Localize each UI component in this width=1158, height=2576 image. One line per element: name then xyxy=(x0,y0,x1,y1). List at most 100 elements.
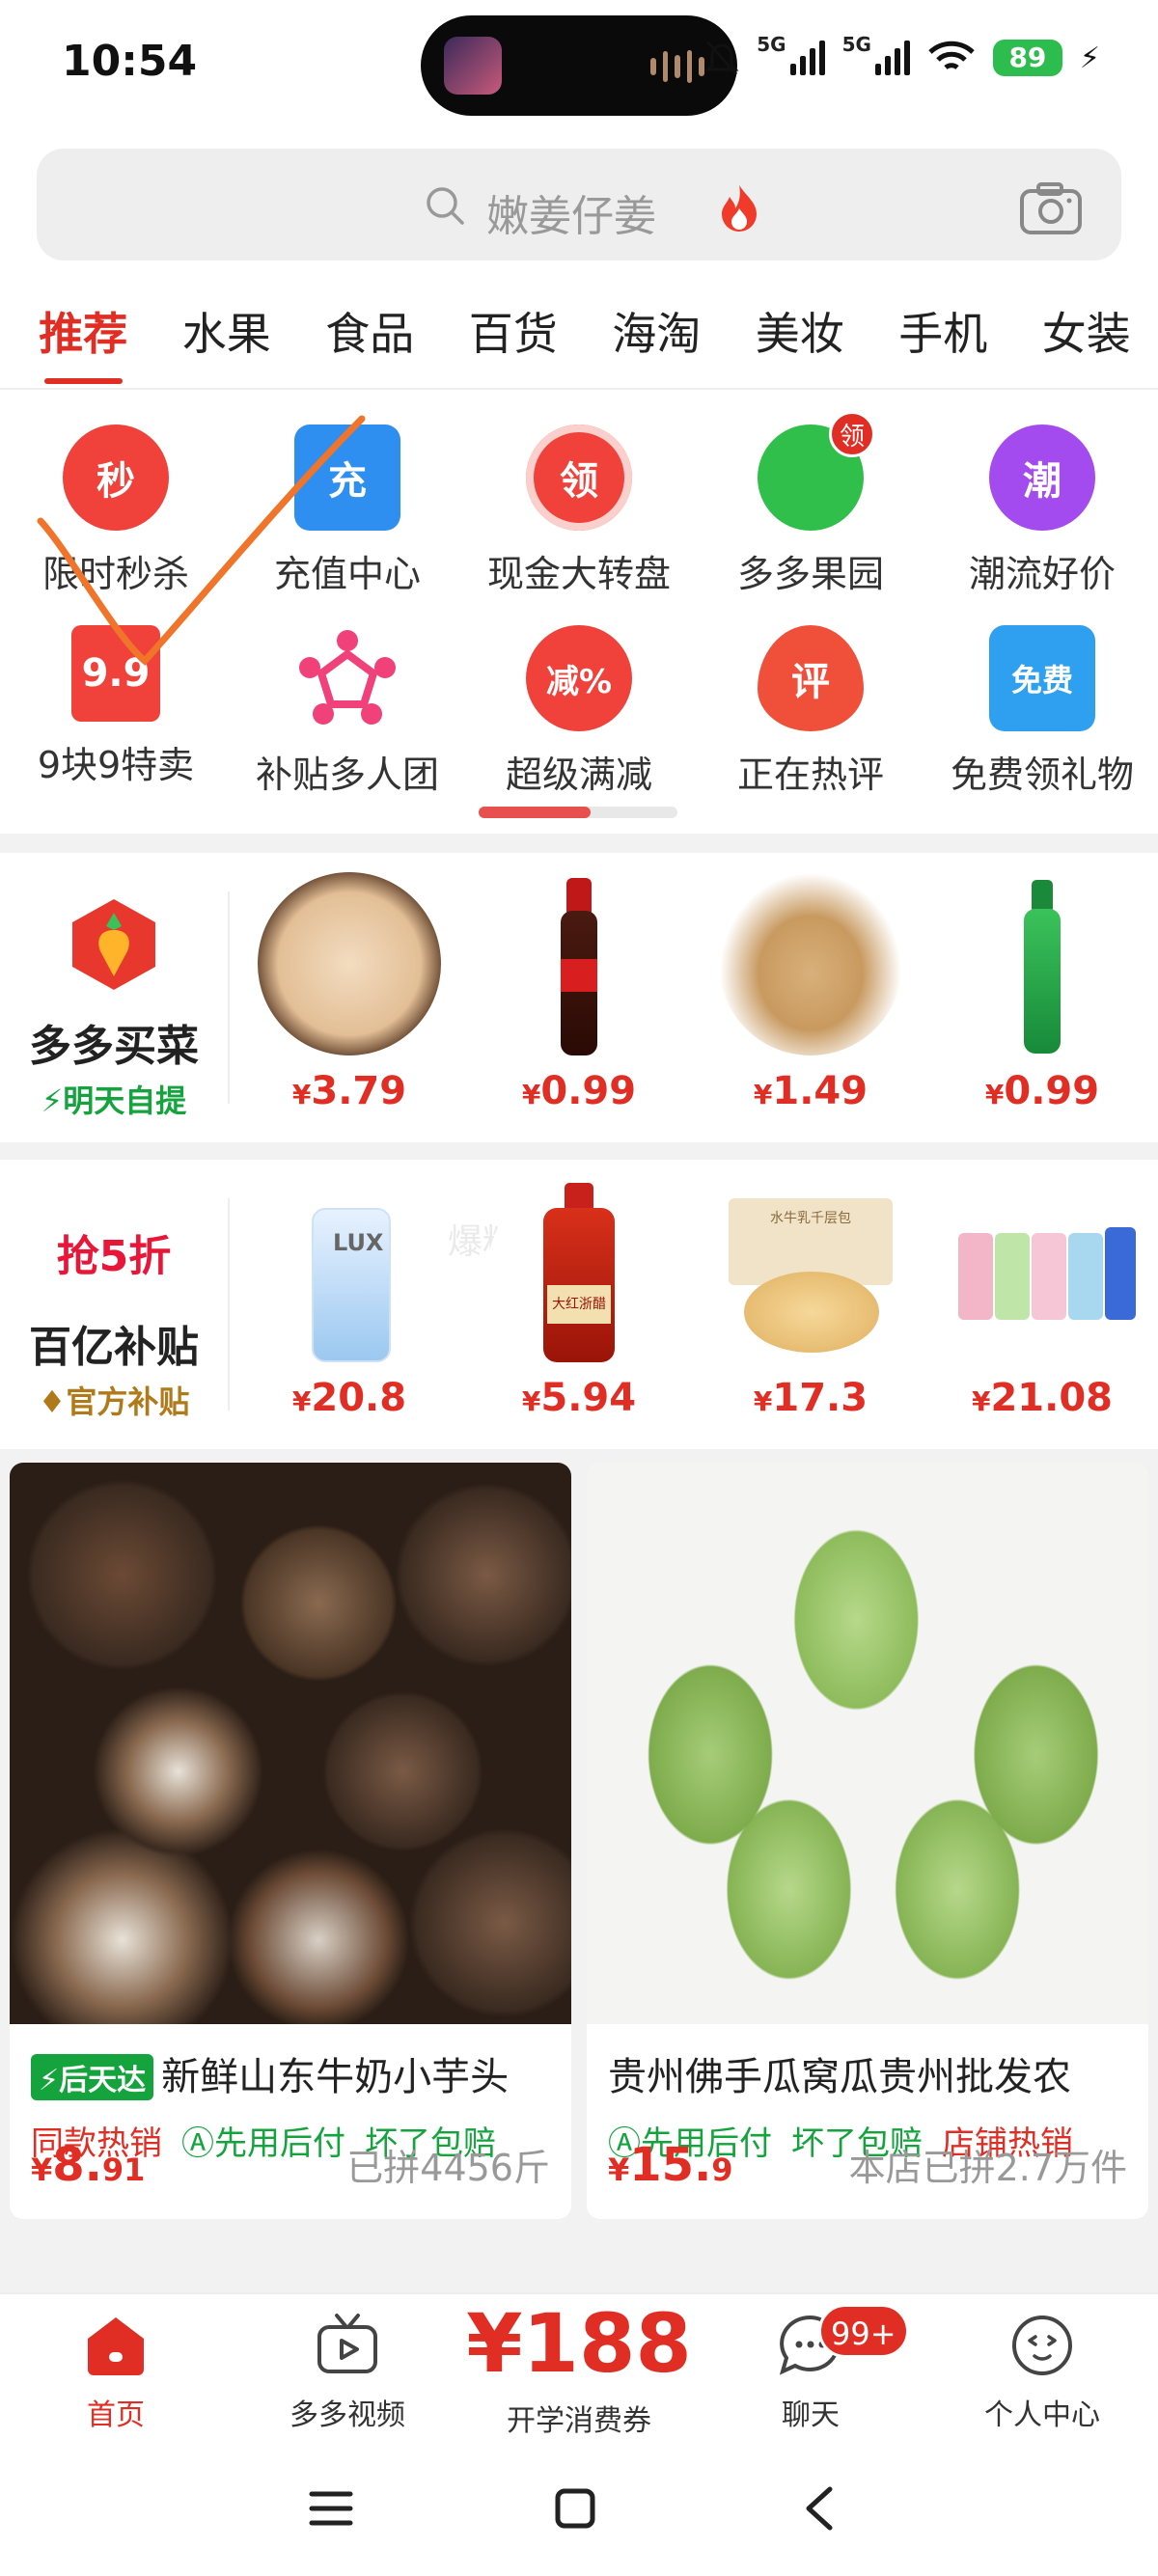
tab-womens-wear[interactable]: 女装 xyxy=(1015,280,1158,388)
camera-icon[interactable] xyxy=(1019,181,1083,235)
ginger-root-image xyxy=(719,872,902,1055)
tab-general-goods[interactable]: 百货 xyxy=(442,280,586,388)
battery-level: 89 xyxy=(992,40,1062,76)
grid-scroll-indicator xyxy=(479,807,677,818)
chayote-image xyxy=(587,1463,1148,2024)
subsidy-row[interactable]: 抢5折 百亿补贴 ♦官方补贴 爆料慢看人 LUX ¥20.8 大红浙醋 ¥5.9… xyxy=(0,1160,1158,1449)
product-price: ¥0.99 xyxy=(984,1069,1100,1113)
nav-video[interactable]: 多多视频 xyxy=(232,2312,463,2433)
unread-badge: 99+ xyxy=(818,2304,909,2358)
back-icon[interactable] xyxy=(801,2485,836,2532)
profile-face-icon xyxy=(1012,2316,1072,2375)
grid-label: 多多果园 xyxy=(736,553,884,595)
dynamic-island[interactable] xyxy=(421,15,737,116)
network-type-label: 5G xyxy=(757,33,786,56)
discount-icon: 减% xyxy=(526,625,632,731)
mute-bell-icon xyxy=(704,41,739,75)
tab-fruit[interactable]: 水果 xyxy=(155,280,299,388)
card-price: ¥15.9 xyxy=(608,2138,733,2192)
card-sold-count: 已拼4456斤 xyxy=(346,2147,550,2189)
shampoo-bottle-image: LUX xyxy=(258,1179,441,1362)
grid-item-full-reduction[interactable]: 减% 超级满减 xyxy=(463,625,695,798)
grid-label: 补贴多人团 xyxy=(255,754,439,796)
grocery-title: 多多买菜 xyxy=(29,1022,199,1071)
ginger-image xyxy=(258,872,441,1055)
product-price: ¥17.3 xyxy=(753,1376,868,1420)
vinegar-bottle-image: 大红浙醋 xyxy=(487,1179,671,1362)
fast-delivery-badge: ⚡后天达 xyxy=(31,2054,154,2100)
system-nav-bar xyxy=(0,2451,1158,2576)
product-card[interactable]: 贵州佛手瓜窝瓜贵州批发农 Ⓐ先用后付 坏了包赔 店铺热销 ¥15.9 本店已拼2… xyxy=(587,1463,1148,2219)
product-price: ¥21.08 xyxy=(971,1376,1113,1420)
search-bar[interactable]: 嫩姜仔姜 xyxy=(37,149,1121,260)
grocery-product[interactable]: ¥3.79 xyxy=(253,872,446,1113)
card-title: ⚡后天达 新鲜山东牛奶小芋头 xyxy=(10,2024,571,2101)
tab-overseas[interactable]: 海淘 xyxy=(585,280,729,388)
grocery-row[interactable]: 多多买菜 ⚡明天自提 ¥3.79 ¥0.99 ¥1.49 ¥0.99 xyxy=(0,853,1158,1142)
app-screen: 10:54 5G 5G 89 ⚡ 嫩姜仔姜 推荐 水果 食品 百货 海淘 美妆 … xyxy=(0,0,1158,2576)
taro-image xyxy=(10,1463,571,2024)
nav-chat[interactable]: 99+ 聊天 xyxy=(695,2304,926,2433)
grocery-product[interactable]: ¥0.99 xyxy=(946,872,1139,1113)
carrot-logo-icon xyxy=(72,899,155,990)
nav-label: 多多视频 xyxy=(290,2398,405,2432)
subsidy-product[interactable]: LUX ¥20.8 xyxy=(253,1179,446,1420)
charging-icon: ⚡ xyxy=(1079,41,1100,75)
feature-grid: 秒 限时秒杀 充 充值中心 领 现金大转盘 领 多多果园 潮 潮流好价 9.9 … xyxy=(0,390,1158,834)
grid-item-hot-reviews[interactable]: 评 正在热评 xyxy=(695,625,926,798)
bottom-nav: 首页 多多视频 ¥188 开学消费券 99+ 聊天 个人中心 xyxy=(0,2292,1158,2451)
subsidy-title: 百亿补贴 xyxy=(29,1323,199,1372)
subsidy-product[interactable]: 大红浙醋 ¥5.94 xyxy=(482,1179,676,1420)
tab-beauty[interactable]: 美妆 xyxy=(729,280,872,388)
network-type-label-2: 5G xyxy=(841,33,871,56)
menu-icon[interactable] xyxy=(309,2489,353,2528)
flame-review-icon: 评 xyxy=(758,625,864,731)
grid-item-flash-sale[interactable]: 秒 限时秒杀 xyxy=(0,425,232,597)
grid-item-cash-wheel[interactable]: 领 现金大转盘 xyxy=(463,425,695,597)
grocery-product[interactable]: ¥0.99 xyxy=(482,872,676,1113)
grocery-product[interactable]: ¥1.49 xyxy=(714,872,907,1113)
tab-food[interactable]: 食品 xyxy=(298,280,442,388)
grid-label: 充值中心 xyxy=(273,553,421,595)
subsidy-entry[interactable]: 抢5折 百亿补贴 ♦官方补贴 xyxy=(0,1160,228,1449)
trend-drop-icon: 潮 xyxy=(989,425,1095,531)
nav-label: 聊天 xyxy=(782,2398,840,2432)
price-tag-icon: 9.9 xyxy=(71,625,160,722)
grid-item-free-gift[interactable]: 免费 免费领礼物 xyxy=(926,625,1158,798)
signal-icon xyxy=(789,41,825,75)
product-price: ¥0.99 xyxy=(521,1069,637,1113)
media-thumbnail xyxy=(444,37,502,95)
nav-profile[interactable]: 个人中心 xyxy=(926,2312,1158,2433)
subsidy-subtitle: ♦官方补贴 xyxy=(38,1384,190,1420)
product-price: ¥3.79 xyxy=(291,1069,407,1113)
coupon-amount: ¥188 xyxy=(466,2296,692,2391)
subsidy-product[interactable]: ¥21.08 xyxy=(946,1179,1139,1420)
card-bottom: ¥15.9 本店已拼2.7万件 xyxy=(608,2138,1127,2192)
grid-item-recharge[interactable]: 充 充值中心 xyxy=(232,425,463,597)
wifi-icon xyxy=(928,41,975,70)
card-title: 贵州佛手瓜窝瓜贵州批发农 xyxy=(608,2055,1071,2099)
tab-recommend[interactable]: 推荐 xyxy=(12,280,155,388)
signal-icon-2 xyxy=(874,41,910,75)
grid-item-group-buy[interactable]: 补贴多人团 xyxy=(232,625,463,798)
nav-label: 个人中心 xyxy=(984,2398,1100,2432)
tab-phone[interactable]: 手机 xyxy=(871,280,1015,388)
header: 嫩姜仔姜 推荐 水果 食品 百货 海淘 美妆 手机 女装 xyxy=(0,135,1158,390)
product-card[interactable]: ⚡后天达 新鲜山东牛奶小芋头 同款热销 Ⓐ先用后付 坏了包赔 ¥8.91 已拼44… xyxy=(10,1463,571,2219)
nav-coupon[interactable]: ¥188 开学消费券 xyxy=(463,2298,695,2439)
subsidy-product[interactable]: 水牛乳千层包 ¥17.3 xyxy=(714,1179,907,1420)
nav-home[interactable]: 首页 xyxy=(0,2312,232,2433)
product-price: ¥5.94 xyxy=(521,1376,637,1420)
sprite-bottle-image xyxy=(951,872,1134,1055)
search-placeholder: 嫩姜仔姜 xyxy=(486,192,656,241)
grid-item-9-9-sale[interactable]: 9.9 9块9特卖 xyxy=(0,625,232,788)
grid-item-orchard[interactable]: 领 多多果园 xyxy=(695,411,926,597)
grid-label: 限时秒杀 xyxy=(41,553,189,595)
grocery-entry[interactable]: 多多买菜 ⚡明天自提 xyxy=(0,853,228,1142)
status-time: 10:54 xyxy=(62,37,198,86)
home-square-icon[interactable] xyxy=(554,2487,596,2530)
grid-item-trend-deals[interactable]: 潮 潮流好价 xyxy=(926,425,1158,597)
hot-flame-icon xyxy=(722,185,757,232)
drink-cans-image xyxy=(951,1179,1136,1362)
category-tabs: 推荐 水果 食品 百货 海淘 美妆 手机 女装 xyxy=(0,280,1158,390)
